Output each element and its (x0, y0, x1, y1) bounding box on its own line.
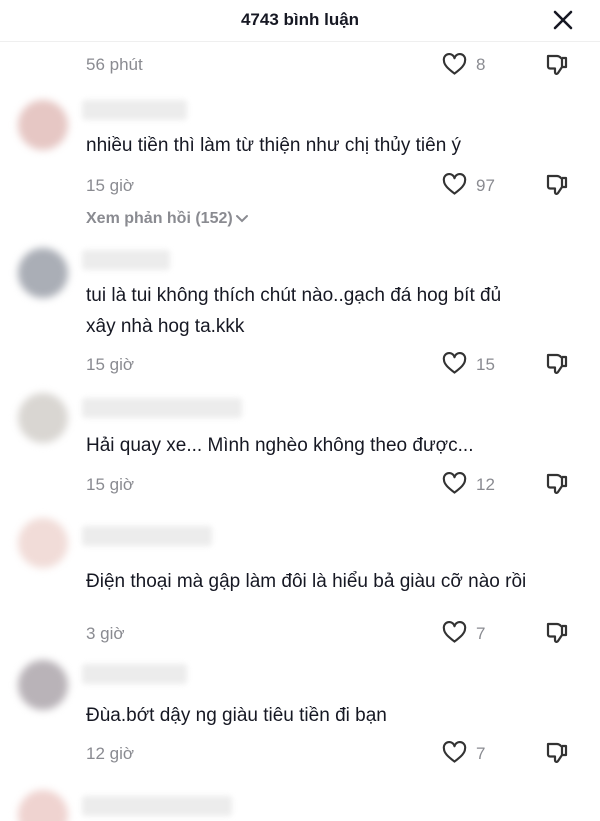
heart-outline-icon[interactable] (442, 621, 467, 644)
thumbs-down-icon[interactable] (545, 53, 569, 77)
like-count: 7 (476, 744, 486, 763)
username-blurred (82, 526, 212, 546)
avatar[interactable] (18, 660, 68, 710)
view-replies-button[interactable]: Xem phản hồi (152) (86, 210, 249, 228)
username-blurred (82, 100, 187, 120)
avatar[interactable] (18, 248, 68, 298)
heart-outline-icon[interactable] (442, 352, 467, 375)
avatar[interactable] (18, 393, 68, 443)
comment-time: 56 phút (86, 55, 143, 74)
heart-outline-icon[interactable] (442, 53, 467, 76)
comments-count-title: 4743 bình luận (240, 10, 360, 29)
comments-header: 4743 bình luận (0, 0, 600, 42)
view-replies-label: Xem phản hồi (152) (86, 210, 233, 227)
heart-outline-icon[interactable] (442, 741, 467, 764)
close-icon[interactable] (552, 9, 574, 31)
thumbs-down-icon[interactable] (545, 741, 569, 765)
like-count: 97 (476, 176, 495, 195)
thumbs-down-icon[interactable] (545, 472, 569, 496)
like-count: 12 (476, 475, 495, 494)
thumbs-down-icon[interactable] (545, 621, 569, 645)
comment-text: nhiều tiền thì làm từ thiện như chị thủy… (86, 135, 462, 156)
comment-time: 15 giờ (86, 176, 135, 195)
chevron-down-icon (235, 214, 248, 223)
comment-time: 15 giờ (86, 355, 135, 374)
comment-text: Điện thoại mà gập làm đôi là hiểu bả già… (86, 571, 527, 592)
like-count: 8 (476, 55, 486, 74)
comment-text: tui là tui không thích chút nào..gạch đá… (86, 285, 502, 337)
heart-outline-icon[interactable] (442, 472, 467, 495)
avatar[interactable] (18, 518, 68, 568)
heart-outline-icon[interactable] (442, 173, 467, 196)
thumbs-down-icon[interactable] (545, 352, 569, 376)
comment-text: Hải quay xe... Mình nghèo không theo đượ… (86, 435, 474, 456)
avatar[interactable] (18, 100, 68, 150)
avatar[interactable] (18, 790, 68, 821)
comment-time: 15 giờ (86, 475, 135, 494)
comment-time: 12 giờ (86, 744, 135, 763)
username-blurred (82, 398, 242, 418)
thumbs-down-icon[interactable] (545, 173, 569, 197)
username-blurred (82, 796, 232, 816)
username-blurred (82, 664, 187, 684)
like-count: 7 (476, 624, 486, 643)
comment-text: Đùa.bớt dậy ng giàu tiêu tiền đi bạn (86, 705, 387, 726)
like-count: 15 (476, 355, 495, 374)
username-blurred (82, 250, 170, 270)
comment-time: 3 giờ (86, 624, 125, 643)
